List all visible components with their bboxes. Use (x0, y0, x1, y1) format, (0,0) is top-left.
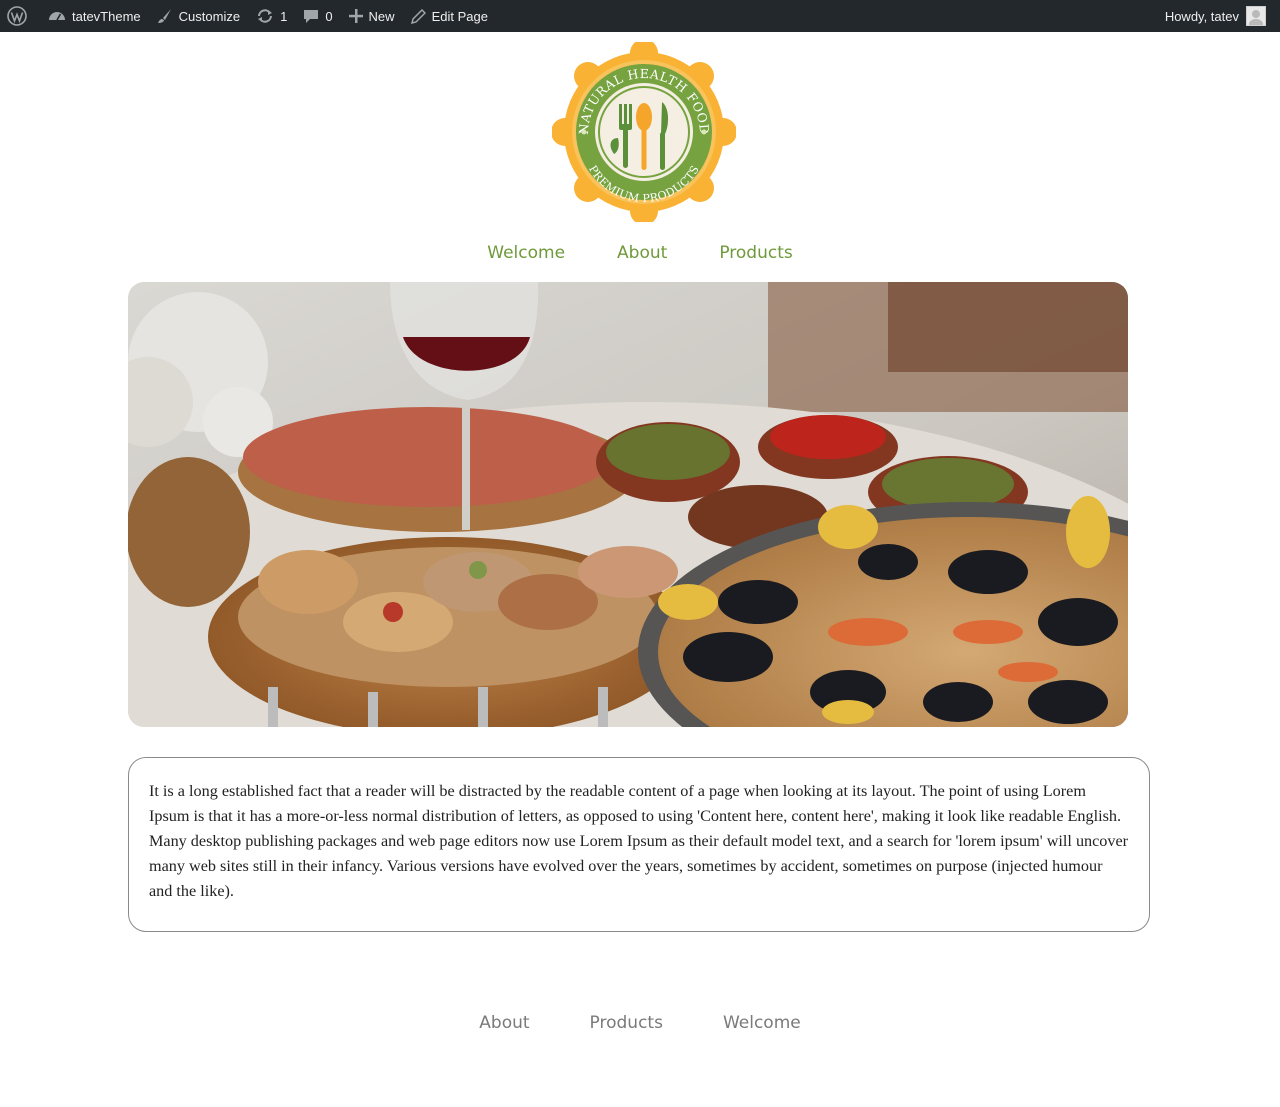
edit-page-link[interactable]: Edit Page (403, 0, 496, 32)
updates-link[interactable]: 1 (248, 0, 295, 32)
admin-bar: tatevTheme Customize 1 0 New Edit Page H… (0, 0, 1280, 32)
nav-about[interactable]: About (617, 243, 667, 263)
comments-count: 0 (325, 8, 333, 24)
dashboard-icon (49, 12, 65, 21)
comments-link[interactable]: 0 (295, 0, 340, 32)
new-content-link[interactable]: New (341, 0, 403, 32)
pencil-icon (410, 8, 426, 24)
primary-nav: Welcome About Products (0, 243, 1280, 263)
footer-nav-about[interactable]: About (479, 1013, 529, 1033)
comment-icon (304, 10, 319, 23)
brush-icon (157, 9, 171, 23)
content-paragraph: It is a long established fact that a rea… (149, 782, 1129, 900)
site-logo[interactable]: NATURAL HEALTH FOOD PREMIUM PRODUCTS (551, 39, 737, 225)
plus-icon (348, 9, 363, 23)
avatar[interactable] (1246, 6, 1266, 26)
footer-nav-products[interactable]: Products (590, 1013, 663, 1033)
wordpress-menu[interactable] (0, 0, 40, 32)
howdy-label: Howdy, tatev (1164, 8, 1239, 24)
content-box: It is a long established fact that a rea… (128, 757, 1150, 932)
footer-nav-welcome[interactable]: Welcome (723, 1013, 801, 1033)
account-menu[interactable]: Howdy, tatev (1165, 0, 1280, 32)
edit-page-label: Edit Page (431, 8, 488, 24)
nav-products[interactable]: Products (719, 243, 792, 263)
natural-health-food-logo-icon: NATURAL HEALTH FOOD PREMIUM PRODUCTS (551, 39, 737, 225)
footer-nav: About Products Welcome (0, 1013, 1280, 1033)
nav-welcome[interactable]: Welcome (487, 243, 565, 263)
customize-label: Customize (178, 8, 241, 24)
site-name-label: tatevTheme (72, 8, 141, 24)
updates-icon (258, 9, 273, 23)
wordpress-logo-icon (7, 6, 27, 26)
customize-link[interactable]: Customize (149, 0, 248, 32)
updates-count: 1 (280, 8, 288, 24)
site-name-link[interactable]: tatevTheme (40, 0, 149, 32)
hero-image (128, 282, 1128, 727)
new-label: New (368, 8, 395, 24)
